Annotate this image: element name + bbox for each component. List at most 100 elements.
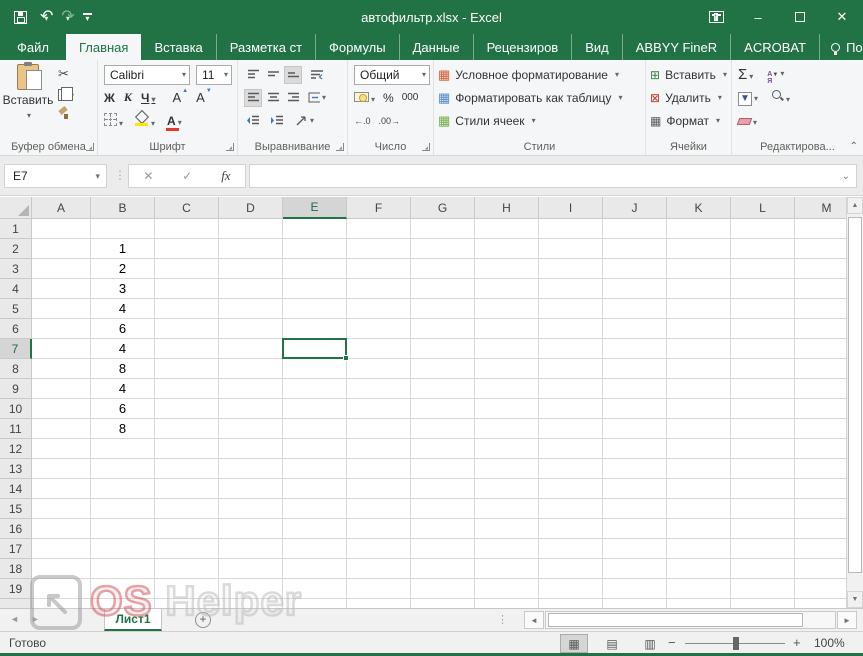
close-button[interactable]: ✕ [821, 0, 863, 34]
cell-J5[interactable] [603, 299, 667, 319]
cell-A15[interactable] [32, 499, 91, 519]
scroll-right-icon[interactable]: ► [837, 611, 857, 629]
cell-A6[interactable] [32, 319, 91, 339]
cell-G9[interactable] [411, 379, 475, 399]
cell-K2[interactable] [667, 239, 731, 259]
align-right-button[interactable] [284, 89, 302, 107]
cell-H20[interactable] [475, 599, 539, 608]
row-header-19[interactable]: 19 [0, 579, 32, 599]
cell-K14[interactable] [667, 479, 731, 499]
cell-E6[interactable] [283, 319, 347, 339]
cell-I19[interactable] [539, 579, 603, 599]
cell-H14[interactable] [475, 479, 539, 499]
tab-главная[interactable]: Главная [65, 34, 142, 60]
decrease-font-size-button[interactable]: А [196, 88, 211, 105]
column-header-I[interactable]: I [539, 197, 603, 219]
cell-F18[interactable] [347, 559, 411, 579]
cell-K13[interactable] [667, 459, 731, 479]
cell-J12[interactable] [603, 439, 667, 459]
cell-C8[interactable] [155, 359, 219, 379]
cell-F3[interactable] [347, 259, 411, 279]
cell-B9[interactable]: 4 [91, 379, 155, 399]
cell-A19[interactable] [32, 579, 91, 599]
cell-A5[interactable] [32, 299, 91, 319]
cell-J7[interactable] [603, 339, 667, 359]
cell-B7[interactable]: 4 [91, 339, 155, 359]
cell-E14[interactable] [283, 479, 347, 499]
cell-M7[interactable] [795, 339, 846, 359]
cell-I13[interactable] [539, 459, 603, 479]
tab-acrobat[interactable]: ACROBAT [730, 34, 819, 60]
tab-данные[interactable]: Данные [398, 34, 473, 60]
prev-sheet-icon[interactable]: ◄ [10, 614, 19, 624]
cell-J1[interactable] [603, 219, 667, 239]
row-header-15[interactable]: 15 [0, 499, 32, 519]
cell-B12[interactable] [91, 439, 155, 459]
cell-G18[interactable] [411, 559, 475, 579]
decrease-decimal-button[interactable]: .00→ [379, 116, 401, 126]
cell-E4[interactable] [283, 279, 347, 299]
row-header-6[interactable]: 6 [0, 319, 32, 339]
cell-G15[interactable] [411, 499, 475, 519]
cell-F11[interactable] [347, 419, 411, 439]
cell-M3[interactable] [795, 259, 846, 279]
find-select-button[interactable] [772, 90, 790, 105]
redo-button[interactable]: ↷▾ [61, 8, 74, 26]
zoom-out-button[interactable]: − [668, 635, 676, 650]
scroll-up-icon[interactable]: ▲ [847, 197, 863, 214]
cell-J15[interactable] [603, 499, 667, 519]
name-box[interactable]: E7 ▾ [4, 164, 107, 188]
customize-qat-button[interactable]: ▾ [82, 12, 92, 22]
cell-D7[interactable] [219, 339, 283, 359]
cell-K6[interactable] [667, 319, 731, 339]
cell-L11[interactable] [731, 419, 795, 439]
font-dialog-launcher[interactable] [226, 143, 234, 151]
vertical-scrollbar-thumb[interactable] [848, 217, 862, 573]
cell-M11[interactable] [795, 419, 846, 439]
tab-вставка[interactable]: Вставка [141, 34, 215, 60]
tab-формулы[interactable]: Формулы [315, 34, 399, 60]
cell-B5[interactable]: 4 [91, 299, 155, 319]
cell-I17[interactable] [539, 539, 603, 559]
cell-G6[interactable] [411, 319, 475, 339]
cell-B8[interactable]: 8 [91, 359, 155, 379]
cell-F19[interactable] [347, 579, 411, 599]
cell-A20[interactable] [32, 599, 91, 608]
cell-L13[interactable] [731, 459, 795, 479]
cell-I16[interactable] [539, 519, 603, 539]
cell-C5[interactable] [155, 299, 219, 319]
row-header-9[interactable]: 9 [0, 379, 32, 399]
format-cells-button[interactable]: ▦ Формат [650, 109, 728, 132]
cell-A2[interactable] [32, 239, 91, 259]
alignment-dialog-launcher[interactable] [336, 143, 344, 151]
cell-K17[interactable] [667, 539, 731, 559]
align-bottom-button[interactable] [284, 65, 302, 84]
cell-B17[interactable] [91, 539, 155, 559]
cell-A10[interactable] [32, 399, 91, 419]
cell-D15[interactable] [219, 499, 283, 519]
cell-J8[interactable] [603, 359, 667, 379]
cell-C14[interactable] [155, 479, 219, 499]
formula-input[interactable]: ⌄ [249, 164, 857, 188]
cell-D13[interactable] [219, 459, 283, 479]
accounting-format-button[interactable] [354, 91, 375, 105]
tab-файл[interactable]: Файл [0, 34, 66, 60]
zoom-level[interactable]: 100% [814, 636, 845, 650]
cell-M16[interactable] [795, 519, 846, 539]
cell-M1[interactable] [795, 219, 846, 239]
cell-H2[interactable] [475, 239, 539, 259]
cell-C4[interactable] [155, 279, 219, 299]
cell-L14[interactable] [731, 479, 795, 499]
cell-A4[interactable] [32, 279, 91, 299]
cell-H15[interactable] [475, 499, 539, 519]
cell-L15[interactable] [731, 499, 795, 519]
name-box-dropdown-icon[interactable]: ▾ [95, 171, 100, 182]
insert-cells-button[interactable]: ⊞ Вставить [650, 63, 728, 86]
column-header-D[interactable]: D [219, 197, 283, 219]
cell-F4[interactable] [347, 279, 411, 299]
undo-button[interactable]: ↶▾ [40, 8, 53, 26]
cell-E2[interactable] [283, 239, 347, 259]
cell-F1[interactable] [347, 219, 411, 239]
tab-рецензиров[interactable]: Рецензиров [472, 34, 572, 60]
cell-D2[interactable] [219, 239, 283, 259]
